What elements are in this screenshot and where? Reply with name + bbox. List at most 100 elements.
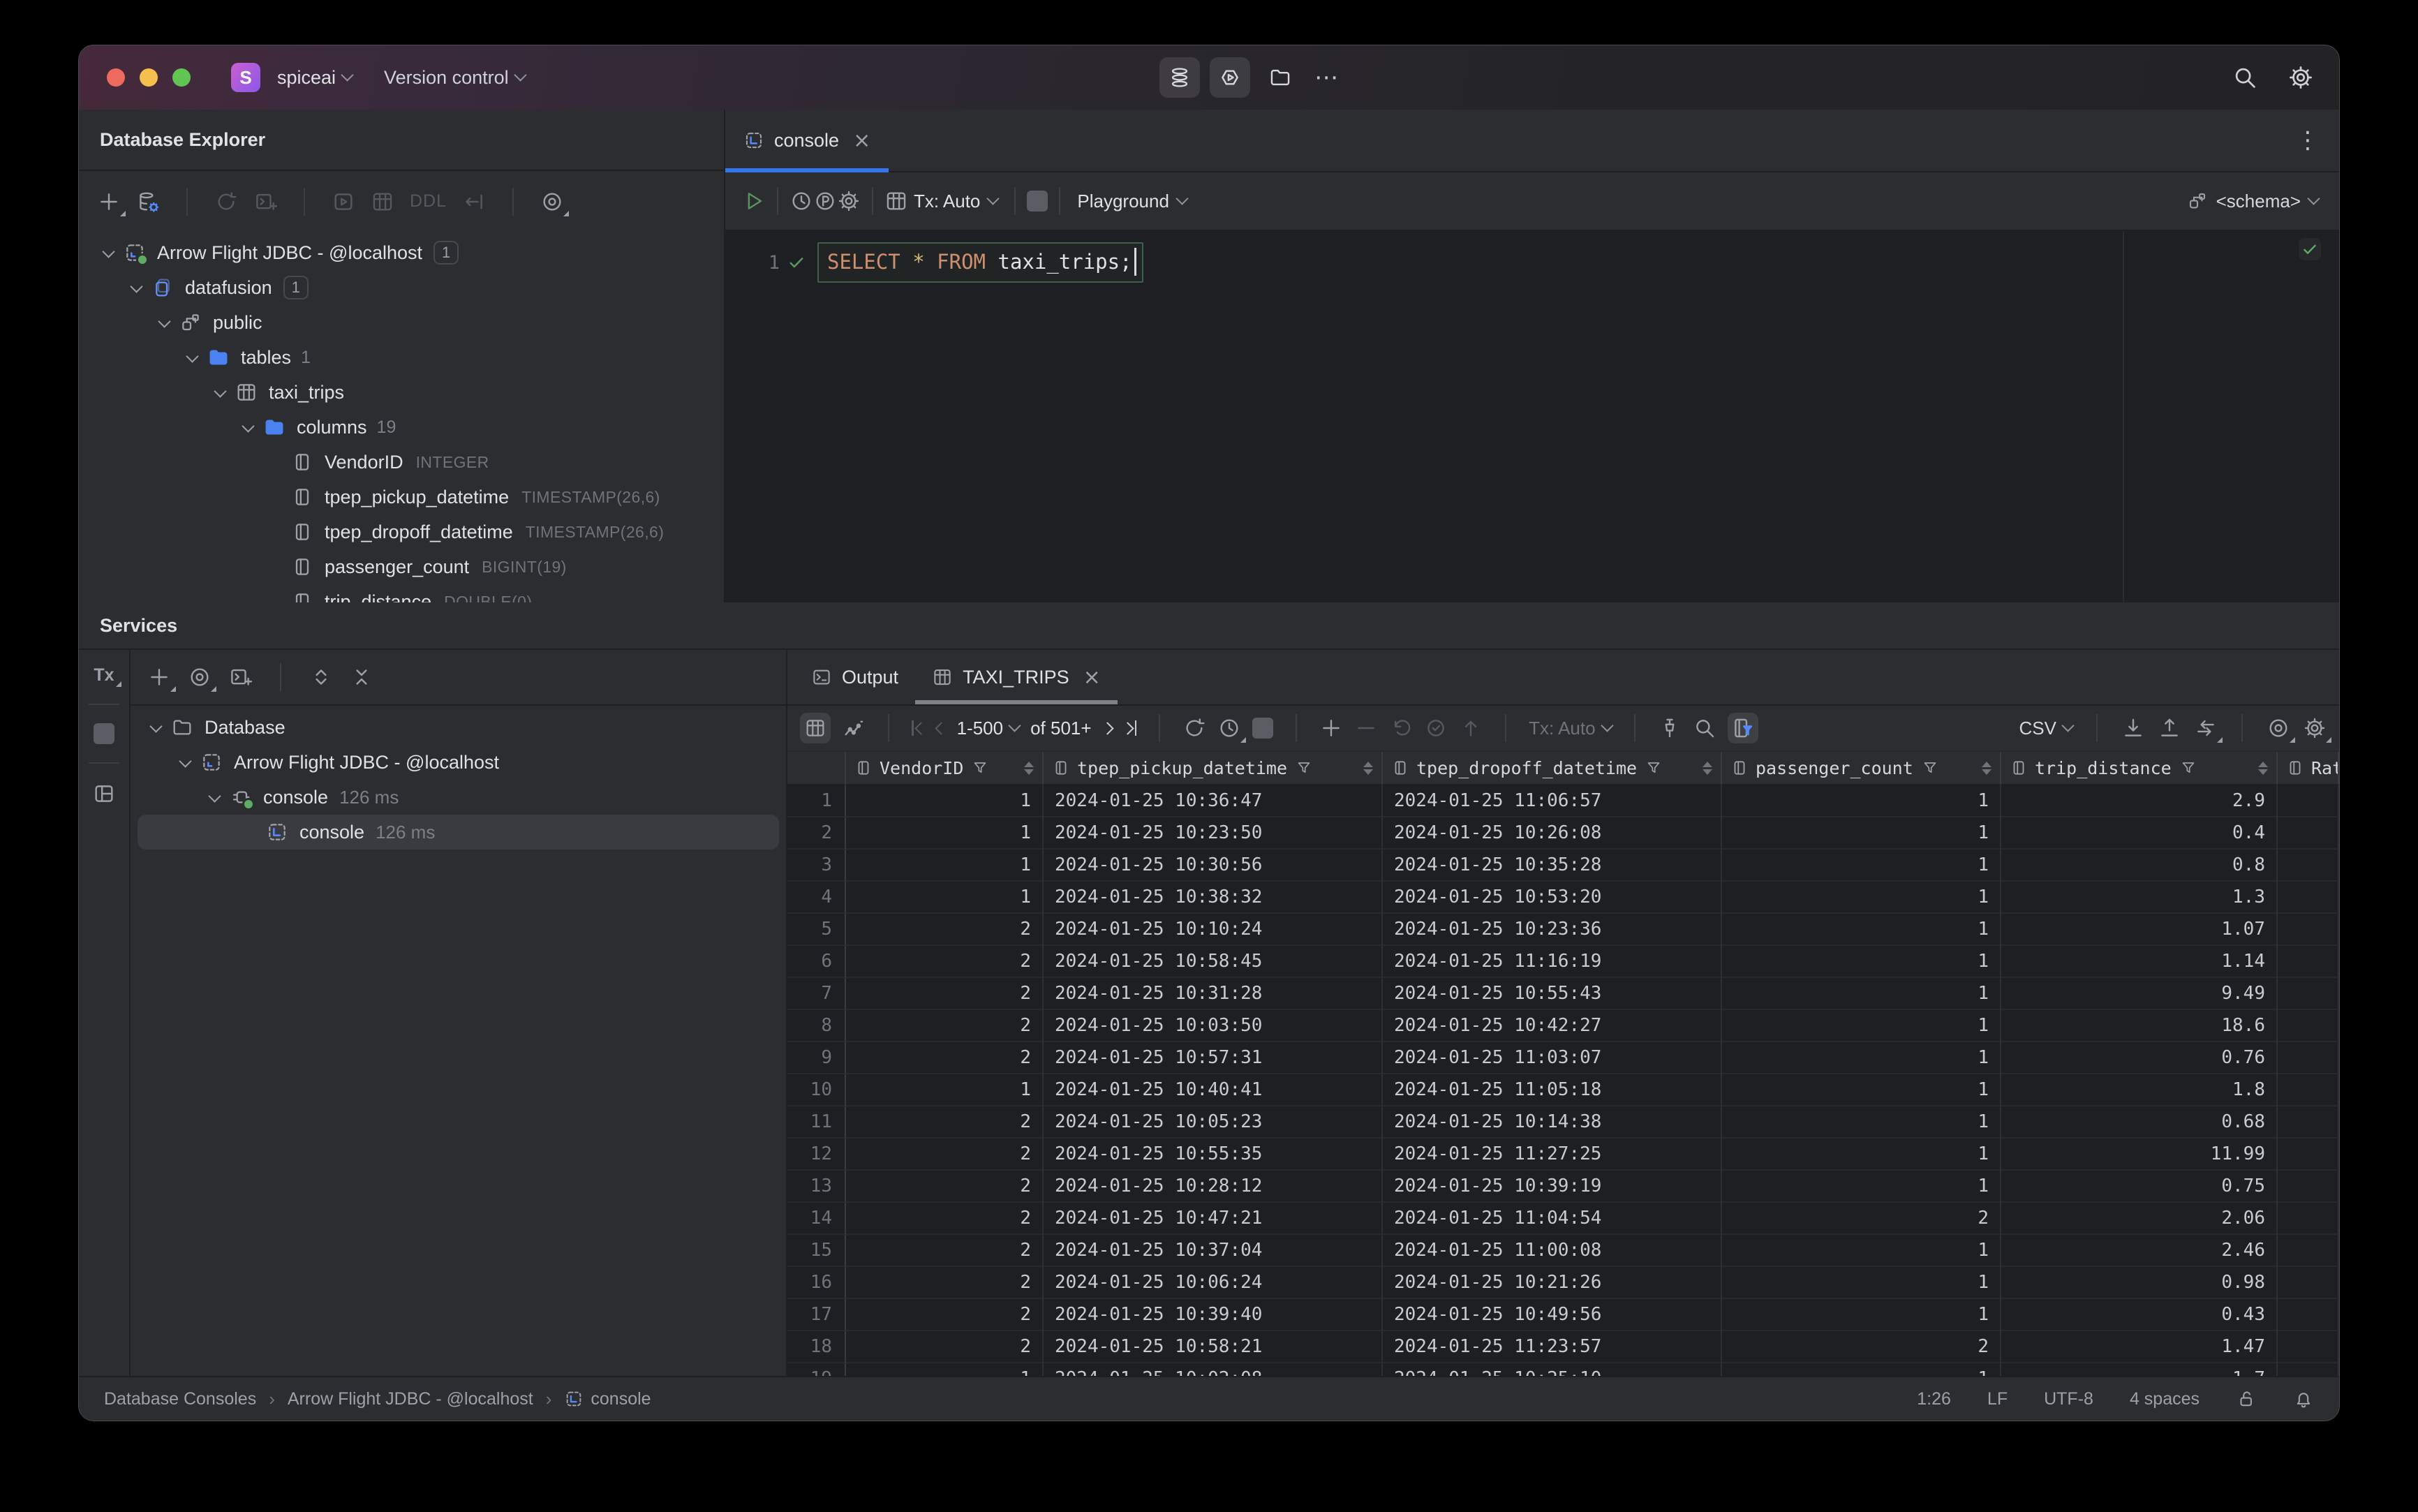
cell[interactable]: 2 — [846, 1139, 1044, 1171]
cell[interactable]: 2024-01-25 10:40:41 — [1044, 1074, 1383, 1106]
cell[interactable]: 1 — [846, 785, 1044, 817]
settings-button[interactable] — [2287, 64, 2314, 91]
cell[interactable]: 2024-01-25 10:25:10 — [1383, 1363, 1722, 1377]
row-number[interactable]: 14 — [787, 1203, 846, 1235]
refresh-button[interactable] — [214, 190, 238, 214]
services-item-arrow-flight-jdbc-localhost[interactable]: Arrow Flight JDBC - @localhost — [131, 745, 786, 780]
cell[interactable] — [2278, 914, 2339, 946]
cell[interactable]: 2 — [846, 1106, 1044, 1139]
row-number[interactable]: 16 — [787, 1267, 846, 1299]
cell[interactable]: 2024-01-25 10:05:23 — [1044, 1106, 1383, 1139]
chevron-expanded-icon[interactable] — [146, 717, 167, 738]
column-header-rate[interactable]: Rate — [2278, 752, 2339, 785]
cell[interactable]: 0.4 — [2001, 817, 2278, 850]
dbtree-item-trip-distance[interactable]: trip_distance DOUBLE(0) — [79, 584, 724, 602]
cell[interactable]: 1 — [1722, 914, 2001, 946]
cell[interactable] — [2278, 978, 2339, 1010]
cell[interactable]: 2 — [1722, 1203, 2001, 1235]
cell[interactable]: 2024-01-25 10:36:47 — [1044, 785, 1383, 817]
cell[interactable]: 2024-01-25 10:39:40 — [1044, 1299, 1383, 1331]
layout-settings-button[interactable] — [92, 782, 116, 806]
open-query-console-button[interactable] — [332, 190, 355, 214]
row-number[interactable]: 18 — [787, 1331, 846, 1363]
sort-indicator-icon[interactable] — [1982, 761, 1991, 775]
add-row-button[interactable] — [1319, 716, 1343, 740]
dbtree-item-tables[interactable]: tables 1 — [79, 340, 724, 375]
browse-data-button[interactable] — [884, 189, 908, 213]
tx-strip-button[interactable]: Tx — [94, 665, 121, 687]
results-tab-output[interactable]: Output — [794, 650, 915, 704]
cell[interactable]: 2 — [1722, 1331, 2001, 1363]
services-item-console[interactable]: console 126 ms — [131, 780, 786, 815]
sort-indicator-icon[interactable] — [1024, 761, 1034, 775]
export-format-dropdown[interactable]: CSV — [2019, 718, 2075, 739]
grid-view-options-button[interactable] — [2267, 716, 2295, 743]
add-datasource-button[interactable] — [97, 190, 126, 216]
cell[interactable]: 2024-01-25 10:57:31 — [1044, 1042, 1383, 1074]
revert-button[interactable] — [1389, 716, 1413, 740]
notifications-bell-icon[interactable] — [2293, 1388, 2314, 1409]
sort-indicator-icon[interactable] — [2258, 761, 2268, 775]
cell[interactable]: 2024-01-25 10:55:43 — [1383, 978, 1722, 1010]
cell[interactable]: 2 — [846, 1203, 1044, 1235]
cell[interactable]: 0.43 — [2001, 1299, 2278, 1331]
cell[interactable]: 2 — [846, 946, 1044, 978]
cell[interactable]: 11.99 — [2001, 1139, 2278, 1171]
zoom-window-button[interactable] — [172, 68, 191, 87]
chevron-expanded-icon[interactable] — [205, 787, 225, 808]
add-service-button[interactable] — [147, 665, 176, 692]
cell[interactable]: 2 — [846, 1331, 1044, 1363]
tx-mode-dropdown[interactable]: Tx: Auto — [914, 191, 1000, 212]
cell[interactable]: 2024-01-25 10:03:50 — [1044, 1010, 1383, 1042]
column-header-tpep_pickup_datetime[interactable]: tpep_pickup_datetime — [1044, 752, 1383, 785]
cell[interactable]: 9.49 — [2001, 978, 2278, 1010]
cell[interactable]: 2024-01-25 11:03:07 — [1383, 1042, 1722, 1074]
dbtree-item-tpep-dropoff-datetime[interactable]: tpep_dropoff_datetime TIMESTAMP(26,6) — [79, 514, 724, 549]
chevron-expanded-icon[interactable] — [238, 417, 259, 438]
cell[interactable]: 2024-01-25 11:00:08 — [1383, 1235, 1722, 1267]
table-view-button[interactable] — [800, 713, 831, 743]
explain-plan-button[interactable] — [813, 189, 837, 213]
find-in-grid-button[interactable] — [1693, 716, 1716, 740]
results-tx-mode-dropdown[interactable]: Tx: Auto — [1529, 718, 1614, 739]
cell[interactable]: 1 — [1722, 1171, 2001, 1203]
revert-selected-button[interactable] — [1424, 716, 1448, 740]
cell[interactable]: 2024-01-25 10:58:21 — [1044, 1331, 1383, 1363]
version-control-menu[interactable]: Version control — [384, 67, 527, 89]
new-console-button[interactable] — [253, 190, 277, 214]
query-history-button[interactable] — [789, 189, 813, 213]
cell[interactable] — [2278, 1203, 2339, 1235]
cell[interactable]: 2024-01-25 10:28:12 — [1044, 1171, 1383, 1203]
tab-console[interactable]: console × — [725, 110, 889, 172]
auto-refresh-button[interactable] — [1217, 716, 1247, 743]
search-everywhere-button[interactable] — [2232, 64, 2258, 91]
page-size-dropdown[interactable]: 1-500 — [957, 718, 1021, 739]
cell[interactable]: 2024-01-25 11:05:18 — [1383, 1074, 1722, 1106]
datasource-properties-button[interactable] — [136, 190, 160, 214]
cell[interactable]: 2024-01-25 10:23:36 — [1383, 914, 1722, 946]
stop-button[interactable] — [1027, 191, 1048, 212]
cell[interactable] — [2278, 1171, 2339, 1203]
cell[interactable]: 2024-01-25 11:23:57 — [1383, 1331, 1722, 1363]
cell[interactable]: 1 — [1722, 1299, 2001, 1331]
file-encoding[interactable]: UTF-8 — [2044, 1389, 2093, 1409]
minimize-window-button[interactable] — [140, 68, 158, 87]
cell[interactable]: 1 — [1722, 946, 2001, 978]
cell[interactable] — [2278, 1139, 2339, 1171]
results-stop-button[interactable] — [1252, 718, 1274, 739]
cell[interactable]: 1 — [846, 817, 1044, 850]
row-number[interactable]: 2 — [787, 817, 846, 850]
cell[interactable]: 1 — [846, 850, 1044, 882]
indent-setting[interactable]: 4 spaces — [2130, 1389, 2200, 1409]
delete-row-button[interactable] — [1354, 716, 1378, 740]
cell[interactable]: 1 — [1722, 1363, 2001, 1377]
cell[interactable]: 2024-01-25 10:30:56 — [1044, 850, 1383, 882]
services-item-console[interactable]: console 126 ms — [138, 815, 779, 850]
cell[interactable]: 2024-01-25 10:58:45 — [1044, 946, 1383, 978]
cell[interactable] — [2278, 785, 2339, 817]
cell[interactable]: 0.98 — [2001, 1267, 2278, 1299]
results-tab-taxi_trips[interactable]: TAXI_TRIPS × — [915, 650, 1118, 704]
cell[interactable]: 18.6 — [2001, 1010, 2278, 1042]
cell[interactable] — [2278, 1106, 2339, 1139]
cell[interactable]: 2024-01-25 11:04:54 — [1383, 1203, 1722, 1235]
